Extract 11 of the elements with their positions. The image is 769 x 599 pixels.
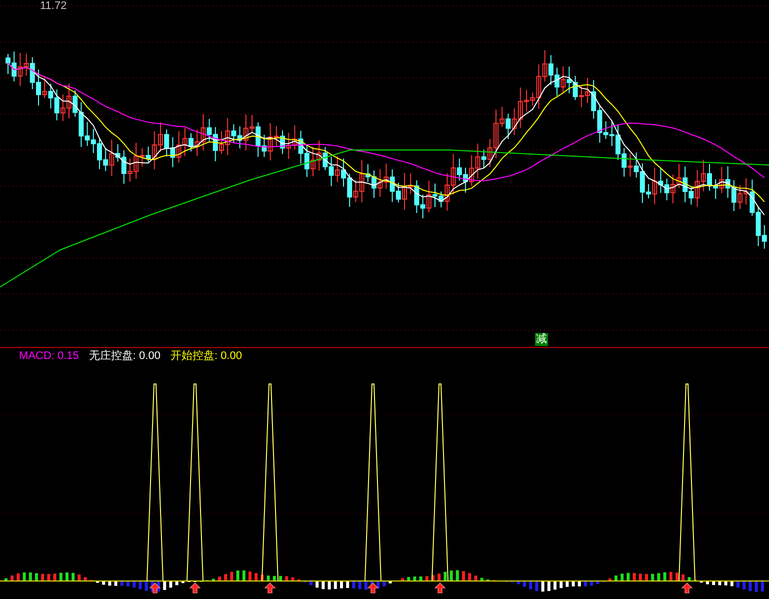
signal-tag: 减 <box>535 333 548 346</box>
up-arrow-icon <box>189 582 201 594</box>
up-arrow-icon <box>264 582 276 594</box>
up-arrow-icon <box>367 582 379 594</box>
up-arrow-icon <box>681 582 693 594</box>
up-arrow-icon <box>434 582 446 594</box>
legend-label: MACD: 0.15 <box>19 350 79 364</box>
up-arrow-icon <box>149 582 161 594</box>
legend-label: 无庄控盘: 0.00 <box>88 350 160 364</box>
price-label: 11.72 <box>40 0 67 12</box>
legend-label: 开始控盘: 0.00 <box>170 350 242 364</box>
